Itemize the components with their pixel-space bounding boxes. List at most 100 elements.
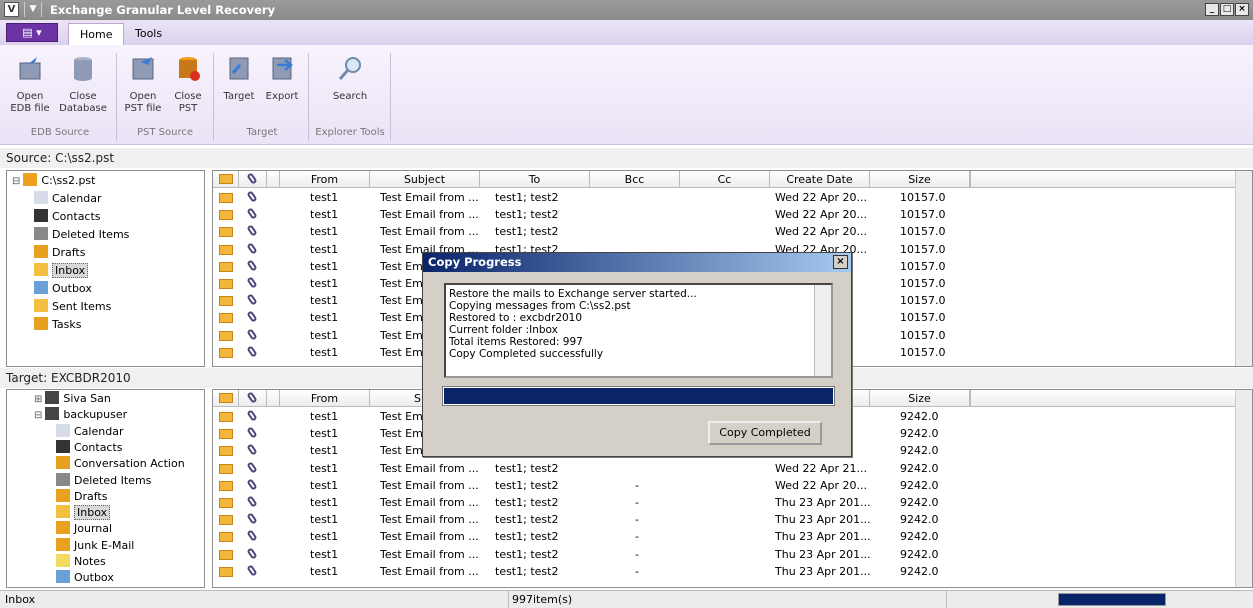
column-header-spacer[interactable] xyxy=(267,171,280,188)
tree-item[interactable]: ⊟ backupuser xyxy=(34,406,127,423)
tree-item-label: Deleted Items xyxy=(74,473,152,487)
cell-size: 9242.0 xyxy=(900,478,939,492)
column-header-date[interactable]: Create Date xyxy=(770,171,870,188)
column-header-from[interactable]: From xyxy=(280,390,370,407)
table-row[interactable]: test1 Test Email from ... test1; test2 - Thu… xyxy=(213,546,1233,563)
dialog-log-textbox[interactable]: Restore the mails to Exchange server sta… xyxy=(444,283,833,378)
tree-item[interactable]: Drafts xyxy=(34,244,85,261)
grid-scrollbar[interactable] xyxy=(1235,171,1252,366)
log-line: Copying messages from C:\ss2.pst xyxy=(449,300,631,312)
attachment-icon xyxy=(246,409,258,422)
tree-item[interactable]: Journal xyxy=(56,520,112,537)
tree-expander-icon[interactable]: ⊟ xyxy=(34,410,42,421)
table-row[interactable]: test1 Test Email from ... test1; test2 - Thu… xyxy=(213,511,1233,528)
minimize-button[interactable]: _ xyxy=(1205,3,1219,16)
cell-size: 10157.0 xyxy=(900,225,946,239)
tree-item[interactable]: Inbox xyxy=(56,504,111,521)
table-row[interactable]: test1 Test Email from ... test1; test2 Wed … xyxy=(213,223,1233,240)
open-pst-button[interactable]: Open PST file xyxy=(121,53,165,115)
table-row[interactable]: test1 Test Email from ... test1; test2 Wed … xyxy=(213,206,1233,223)
cell-from: test1 xyxy=(310,225,339,239)
tree-item-label: Outbox xyxy=(52,282,92,295)
search-button[interactable]: Search xyxy=(325,53,375,103)
tree-item[interactable]: Deleted Items xyxy=(34,226,129,243)
search-label: Search xyxy=(332,91,368,102)
open-edb-button[interactable]: Open EDB file xyxy=(10,53,50,115)
cell-to: test1; test2 xyxy=(495,530,559,544)
close-pst-button[interactable]: Close PST xyxy=(168,53,208,115)
app-menu-button[interactable]: ▤ ▾ xyxy=(6,23,58,42)
cell-from: test1 xyxy=(310,311,339,325)
export-button[interactable]: Export xyxy=(262,53,302,103)
column-header-from[interactable]: From xyxy=(280,171,370,188)
cell-bcc: - xyxy=(635,496,639,509)
folder-icon xyxy=(56,456,70,470)
tree-item[interactable]: Notes xyxy=(56,553,106,570)
tree-item[interactable]: Inbox xyxy=(34,262,89,279)
tree-item[interactable]: Tasks xyxy=(34,316,81,333)
column-header-subject[interactable]: Subject xyxy=(370,171,480,188)
table-row[interactable]: test1 Test Email from ... test1; test2 - Wed… xyxy=(213,477,1233,494)
tree-item[interactable]: Deleted Items xyxy=(56,472,151,489)
tree-item[interactable]: ⊞ Siva San xyxy=(34,390,111,407)
grid-scrollbar[interactable] xyxy=(1235,390,1252,587)
column-header-attachment[interactable] xyxy=(239,390,267,407)
tree-item[interactable]: Calendar xyxy=(56,423,123,440)
column-header-attachment[interactable] xyxy=(239,171,267,188)
tree-item[interactable]: Sent Items xyxy=(34,298,111,315)
user-icon xyxy=(45,407,60,421)
column-header-size[interactable]: Size xyxy=(870,171,970,188)
column-header-size[interactable]: Size xyxy=(870,390,970,407)
tree-item[interactable]: Drafts xyxy=(56,488,107,505)
tab-home[interactable]: Home xyxy=(68,23,125,45)
group-label-edb-source: EDB Source xyxy=(30,127,90,138)
tree-item[interactable]: Outbox xyxy=(34,280,92,297)
table-row[interactable]: test1 Test Email from ... test1; test2 - Thu… xyxy=(213,494,1233,511)
cell-size: 10157.0 xyxy=(900,294,946,308)
source-label: Source: C:\ss2.pst xyxy=(0,148,1253,168)
maximize-button[interactable]: □ xyxy=(1220,3,1234,16)
cell-size: 9242.0 xyxy=(900,410,939,423)
column-header-envelope[interactable] xyxy=(213,171,239,188)
envelope-icon xyxy=(219,549,233,560)
deleted-items-icon xyxy=(34,227,48,240)
attachment-icon xyxy=(246,259,258,272)
cell-to: test1; test2 xyxy=(495,461,559,475)
target-button[interactable]: Target xyxy=(219,53,259,103)
tree-item[interactable]: Contacts xyxy=(34,208,101,225)
tree-expander-icon[interactable]: ⊞ xyxy=(34,394,42,405)
attachment-icon xyxy=(246,241,258,255)
export-label: Export xyxy=(265,91,299,102)
close-pst-label-2: PST xyxy=(178,103,198,114)
tab-tools[interactable]: Tools xyxy=(124,23,173,45)
cell-date: Thu 23 Apr 201... xyxy=(775,564,870,578)
table-row[interactable]: test1 Test Email from ... test1; test2 - Thu… xyxy=(213,563,1233,580)
envelope-icon xyxy=(219,532,233,543)
status-bar: Inbox 997item(s) xyxy=(0,590,1253,608)
close-database-button[interactable]: Close Database xyxy=(58,53,108,115)
column-header-spacer[interactable] xyxy=(267,390,280,407)
cell-size: 9242.0 xyxy=(900,496,939,509)
tree-item[interactable]: ⊟ C:\ss2.pst xyxy=(12,172,95,189)
attachment-icon xyxy=(246,564,258,577)
log-scrollbar[interactable] xyxy=(814,285,831,376)
table-row[interactable]: test1 Test Email from ... test1; test2 Wed … xyxy=(213,189,1233,206)
column-header-cc[interactable]: Cc xyxy=(680,171,770,188)
quick-access-dropdown[interactable]: ▼ xyxy=(24,2,42,17)
column-header-to[interactable]: To xyxy=(480,171,590,188)
envelope-icon xyxy=(219,261,233,272)
copy-completed-button[interactable]: Copy Completed xyxy=(708,421,822,445)
column-header-envelope[interactable] xyxy=(213,390,239,407)
close-window-button[interactable]: × xyxy=(1235,3,1249,16)
tree-item[interactable]: Junk E-Mail xyxy=(56,537,134,554)
tree-expander-icon[interactable]: ⊟ xyxy=(12,176,20,187)
table-row[interactable]: test1 Test Email from ... test1; test2 Wed … xyxy=(213,460,1233,477)
tree-item[interactable]: Conversation Action xyxy=(56,455,185,472)
column-header-bcc[interactable]: Bcc xyxy=(590,171,680,188)
cell-size: 9242.0 xyxy=(900,564,939,578)
tree-item[interactable]: Calendar xyxy=(34,190,101,207)
dialog-close-button[interactable]: × xyxy=(833,255,848,269)
tree-item[interactable]: Outbox xyxy=(56,569,114,586)
table-row[interactable]: test1 Test Email from ... test1; test2 - Thu… xyxy=(213,528,1233,545)
tree-item[interactable]: Contacts xyxy=(56,439,123,456)
